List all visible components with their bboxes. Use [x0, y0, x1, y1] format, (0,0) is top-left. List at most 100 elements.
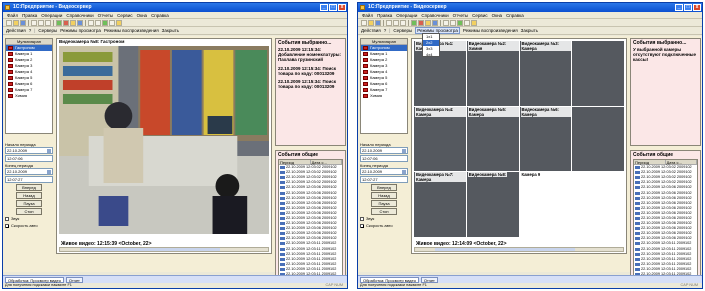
video-frame[interactable]	[59, 46, 269, 234]
video-cell[interactable]: Видеокамера №8:	[466, 172, 519, 237]
view-modes-menu[interactable]: Режимы просмотра	[60, 28, 101, 33]
save-icon[interactable]	[375, 20, 381, 26]
end-time-field[interactable]: 12:07:27	[360, 176, 408, 183]
maximize-button[interactable]: □	[329, 4, 337, 11]
save-icon[interactable]	[20, 20, 26, 26]
delete-icon[interactable]	[63, 20, 69, 26]
video-cell[interactable]: Видеокамера №6: Камера	[519, 106, 572, 172]
task-video-view[interactable]: Обработка: Просмотр видео	[360, 276, 419, 283]
calendar-icon[interactable]	[402, 149, 406, 153]
playback-modes-menu[interactable]: Режимы воспроизведения	[104, 28, 159, 33]
copy-icon[interactable]	[393, 20, 399, 26]
menu-service[interactable]: Сервис	[472, 12, 487, 18]
playback-modes-menu[interactable]: Режимы воспроизведения	[463, 28, 518, 33]
calculator-icon[interactable]	[443, 20, 449, 26]
maximize-button[interactable]: □	[684, 4, 692, 11]
copy-icon[interactable]	[38, 20, 44, 26]
video-cell[interactable]: Видеокамера №7: Камера	[414, 172, 466, 237]
title-bar[interactable]: 1С:Предприятие - Видеосервер _ □ x	[3, 3, 347, 12]
menu-edit[interactable]: Правка	[377, 12, 392, 18]
close-button[interactable]: x	[338, 4, 346, 11]
help-icon[interactable]	[116, 20, 122, 26]
back-button[interactable]: Назад	[16, 192, 42, 199]
column-header-period[interactable]: Период	[279, 160, 311, 165]
column-header-date[interactable]: Дата с...	[311, 160, 342, 165]
help-button[interactable]: ?	[29, 28, 32, 33]
menu-windows[interactable]: Окна	[137, 12, 147, 18]
start-time-field[interactable]: 12:07:06	[5, 155, 53, 162]
end-time-field[interactable]: 12:07:27	[5, 176, 53, 183]
video-cell[interactable]: Видеокамера №4: Камера	[414, 106, 466, 172]
delete-icon[interactable]	[418, 20, 424, 26]
menu-edit[interactable]: Правка	[22, 12, 37, 18]
task-video-view[interactable]: Обработка: Просмотр видео	[5, 276, 64, 283]
video-cell[interactable]	[572, 106, 624, 172]
run-icon[interactable]	[102, 20, 108, 26]
video-cell[interactable]: Видеокамера №5: Камера	[466, 106, 519, 172]
calculator-icon[interactable]	[88, 20, 94, 26]
settings-icon[interactable]	[464, 20, 470, 26]
paste-icon[interactable]	[400, 20, 406, 26]
sound-checkbox[interactable]: Звук	[360, 215, 408, 222]
print-icon[interactable]	[77, 20, 83, 26]
video-cell[interactable]: Видеокамера №3: Камера	[519, 41, 572, 106]
menu-windows[interactable]: Окна	[492, 12, 502, 18]
cut-icon[interactable]	[386, 20, 392, 26]
menu-operations[interactable]: Операции	[396, 12, 417, 18]
refresh-icon[interactable]	[411, 20, 417, 26]
settings-icon[interactable]	[109, 20, 115, 26]
timeline-scrollbar[interactable]	[59, 247, 269, 252]
refresh-icon[interactable]	[56, 20, 62, 26]
menu-catalogs[interactable]: Справочники	[421, 12, 448, 18]
help-button[interactable]: ?	[384, 28, 387, 33]
stop-button[interactable]: Стоп	[371, 208, 397, 215]
menu-file[interactable]: Файл	[7, 12, 18, 18]
find-icon[interactable]	[70, 20, 76, 26]
menu-service[interactable]: Сервис	[117, 12, 132, 18]
minimize-button[interactable]: _	[675, 4, 683, 11]
task-report[interactable]: Отчет	[65, 276, 83, 283]
camera-item[interactable]: Химия	[6, 93, 52, 99]
close-action[interactable]: Закрыть	[521, 28, 538, 33]
run-icon[interactable]	[457, 20, 463, 26]
view-mode-option[interactable]: 4x4	[423, 52, 439, 58]
calendar-icon[interactable]	[47, 149, 51, 153]
actions-menu[interactable]: Действия	[6, 28, 26, 33]
menu-reports[interactable]: Отчеты	[98, 12, 114, 18]
calendar-icon[interactable]	[450, 20, 456, 26]
end-date-field[interactable]: 22.10.2009	[5, 168, 53, 175]
print-icon[interactable]	[432, 20, 438, 26]
actions-menu[interactable]: Действия	[361, 28, 381, 33]
video-cell[interactable]	[572, 41, 624, 106]
paste-icon[interactable]	[45, 20, 51, 26]
menu-reports[interactable]: Отчеты	[453, 12, 469, 18]
open-folder-icon[interactable]	[13, 20, 19, 26]
speed-auto-checkbox[interactable]: Скорость авто	[5, 222, 53, 229]
back-button[interactable]: Назад	[371, 192, 397, 199]
new-document-icon[interactable]	[361, 20, 367, 26]
column-header-period[interactable]: Период	[634, 160, 666, 165]
calendar-icon[interactable]	[95, 20, 101, 26]
menu-operations[interactable]: Операции	[41, 12, 62, 18]
open-folder-icon[interactable]	[368, 20, 374, 26]
new-document-icon[interactable]	[6, 20, 12, 26]
pause-button[interactable]: Пауза	[16, 200, 42, 207]
menu-catalogs[interactable]: Справочники	[66, 12, 93, 18]
start-date-field[interactable]: 22.10.2009	[5, 147, 53, 154]
forward-button[interactable]: Вперед	[371, 184, 397, 191]
help-icon[interactable]	[471, 20, 477, 26]
minimize-button[interactable]: _	[320, 4, 328, 11]
column-header-date[interactable]: Дата с...	[666, 160, 697, 165]
pause-button[interactable]: Пауза	[371, 200, 397, 207]
close-action[interactable]: Закрыть	[162, 28, 179, 33]
stop-button[interactable]: Стоп	[16, 208, 42, 215]
forward-button[interactable]: Вперед	[16, 184, 42, 191]
video-cell[interactable]: Камера 9	[519, 172, 624, 237]
speed-auto-checkbox[interactable]: Скорость авто	[360, 222, 408, 229]
sound-checkbox[interactable]: Звук	[5, 215, 53, 222]
title-bar[interactable]: 1С:Предприятие - Видеосервер _ □ x	[358, 3, 702, 12]
servers-menu[interactable]: Серверы	[393, 28, 412, 33]
calendar-icon[interactable]	[47, 170, 51, 174]
end-date-field[interactable]: 22.10.2009	[360, 168, 408, 175]
video-cell[interactable]: Видеокамера №2: Химия	[466, 41, 519, 106]
